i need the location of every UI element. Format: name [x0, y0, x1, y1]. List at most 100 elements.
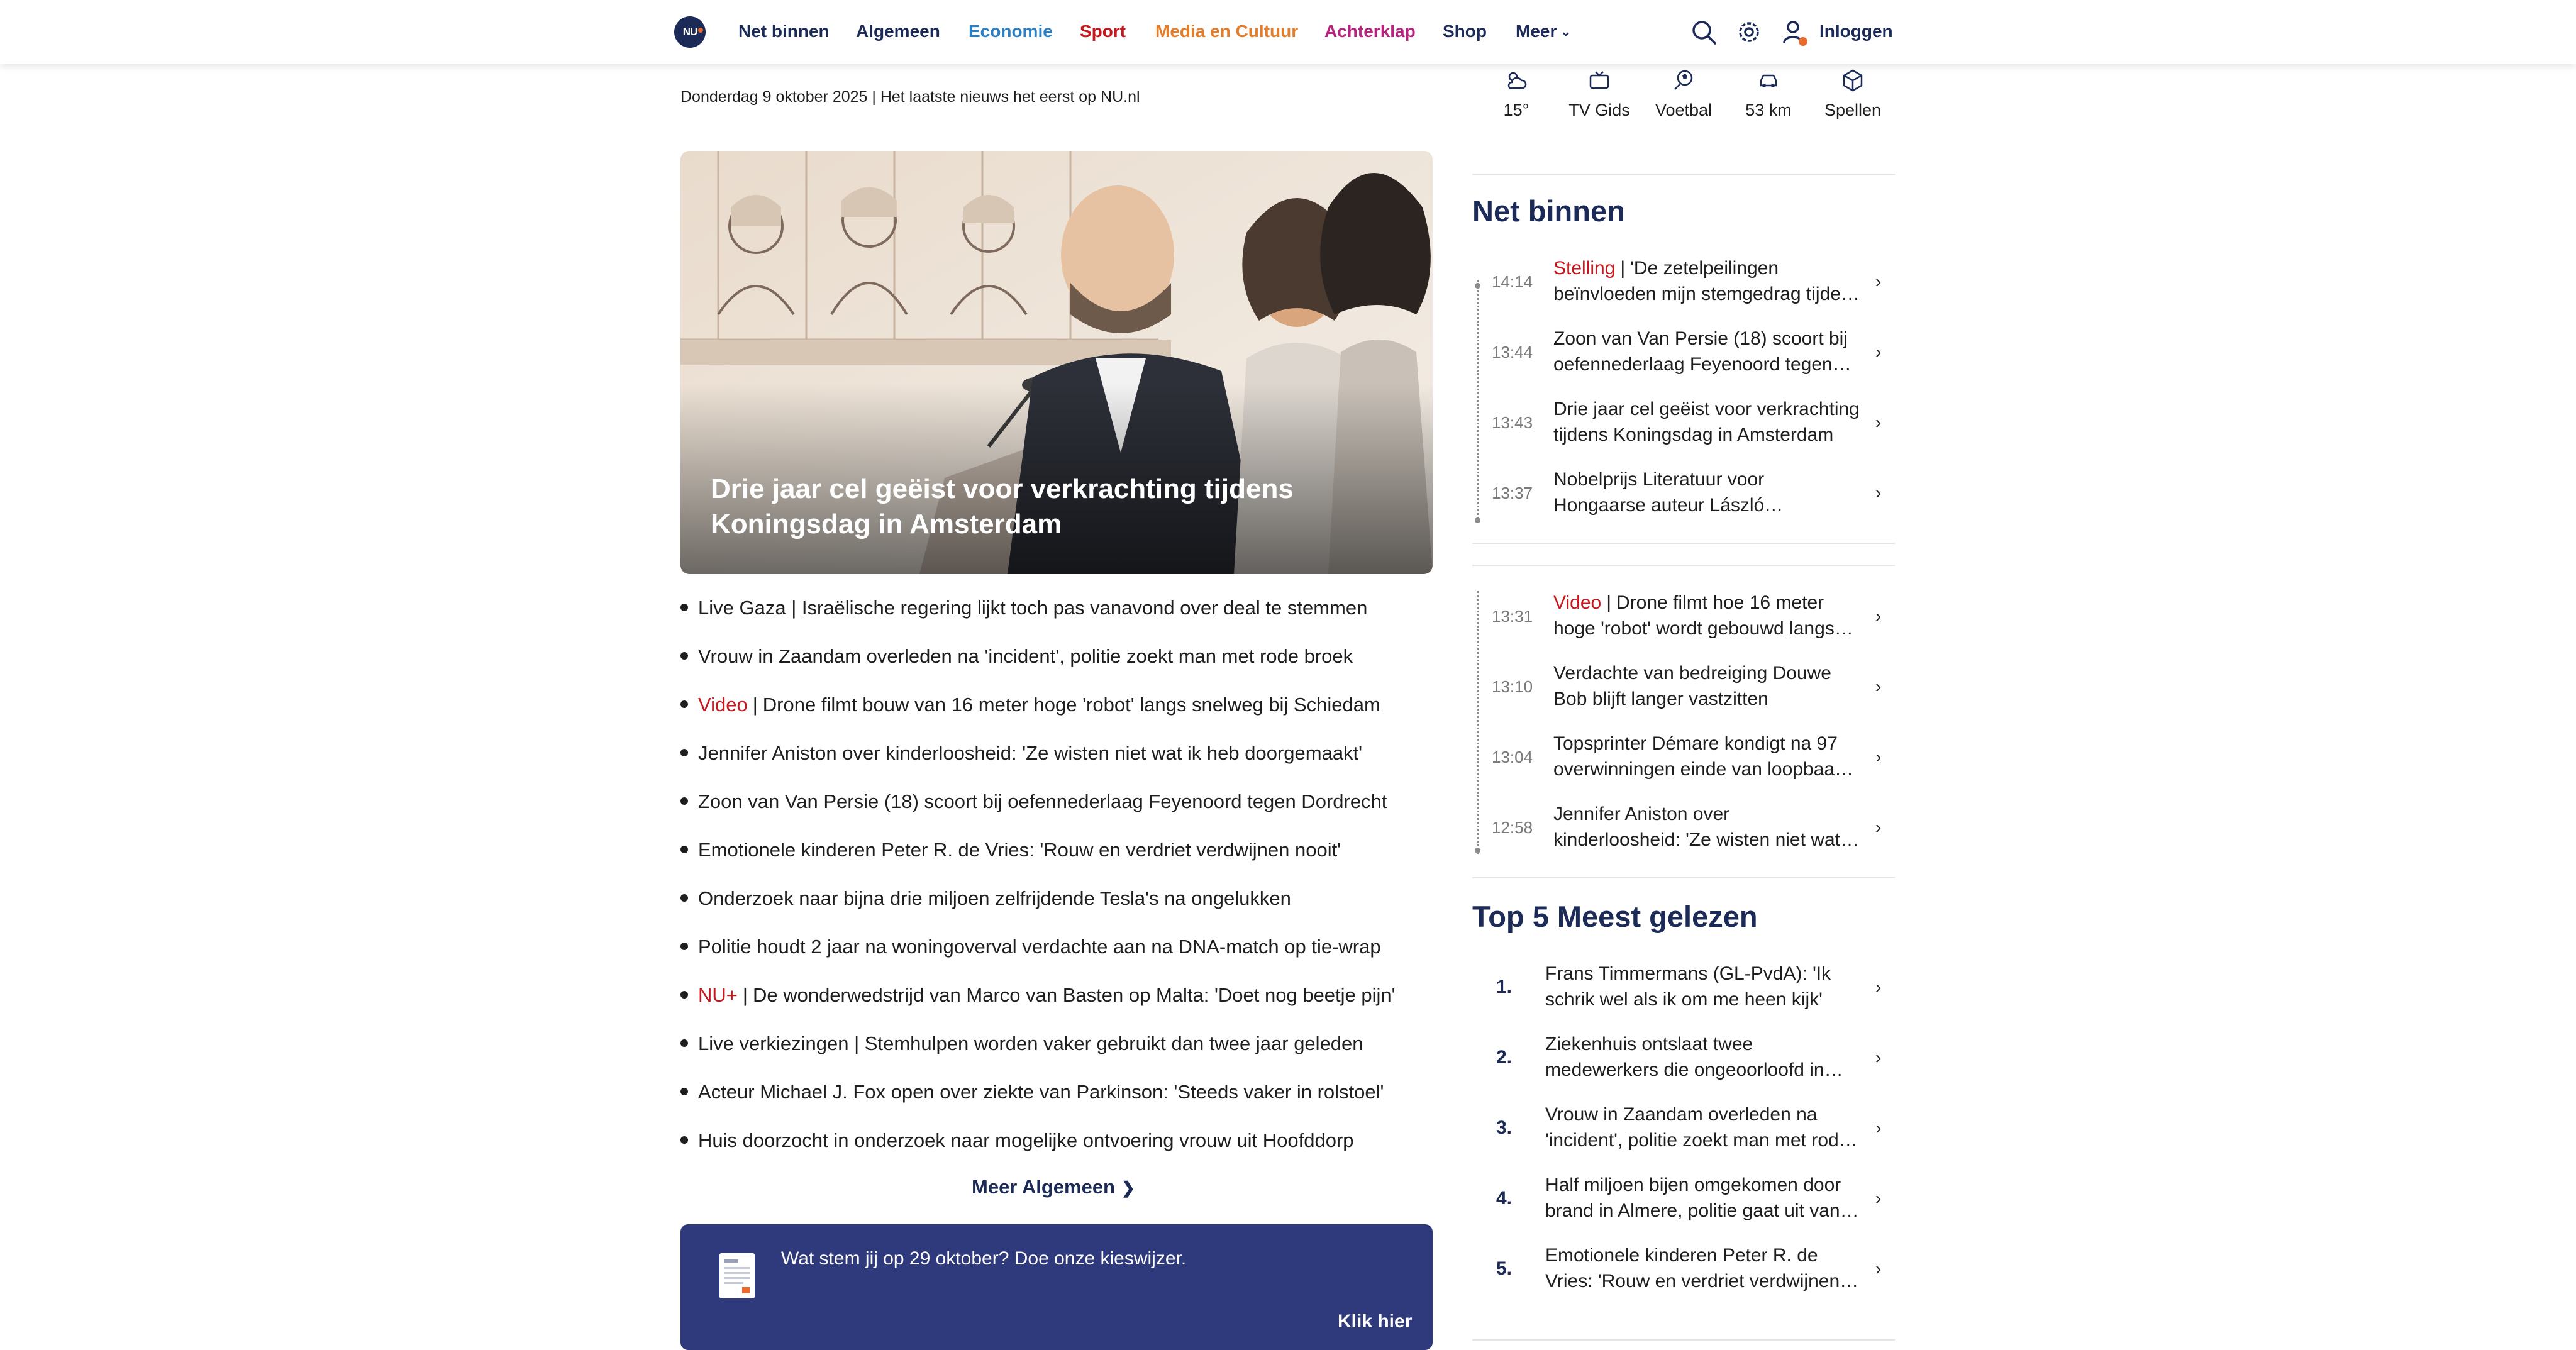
- net-binnen-item[interactable]: 13:44 Zoon van Van Persie (18) scoort bi…: [1492, 317, 1894, 387]
- chevron-right-icon: ›: [1875, 817, 1882, 837]
- headline-text[interactable]: Live verkiezingen | Stemhulpen worden va…: [698, 1032, 1363, 1054]
- service-spellen[interactable]: Spellen: [1818, 68, 1887, 120]
- meer-algemeen-link[interactable]: Meer Algemeen ❯: [972, 1176, 1135, 1198]
- list-item[interactable]: NU+ | De wonderwedstrijd van Marco van Bas…: [680, 980, 1396, 1028]
- top5-item[interactable]: 1. Frans Timmermans (GL-PvdA): 'Ik schri…: [1472, 952, 1895, 1022]
- headline-text[interactable]: Drone filmt bouw van 16 meter hoge 'robo…: [763, 694, 1380, 716]
- headline-label: NU+: [698, 984, 738, 1006]
- item-title: Drie jaar cel geëist voor verkrachting t…: [1553, 399, 1860, 445]
- chevron-right-icon: ›: [1875, 272, 1882, 291]
- nav-achterklap[interactable]: Achterklap: [1324, 21, 1416, 41]
- top5-item[interactable]: 3. Vrouw in Zaandam overleden na 'incide…: [1472, 1093, 1895, 1163]
- list-item[interactable]: Politie houdt 2 jaar na woningoverval ve…: [680, 931, 1396, 980]
- chevron-right-icon: ›: [1875, 412, 1882, 432]
- item-title: Zoon van Van Persie (18) scoort bij oefe…: [1553, 328, 1848, 375]
- net-binnen-item[interactable]: 13:43 Drie jaar cel geëist voor verkrach…: [1492, 387, 1894, 458]
- nav-net-binnen[interactable]: Net binnen: [738, 21, 830, 41]
- item-title: Topsprinter Démare kondigt na 97 overwin…: [1553, 733, 1845, 780]
- item-time: 14:14: [1492, 272, 1533, 291]
- traffic-icon: [1760, 74, 1777, 87]
- weather-label: 15°: [1503, 101, 1530, 119]
- list-item[interactable]: Jennifer Aniston over kinderloosheid: 'Z…: [680, 738, 1396, 786]
- headline-text[interactable]: Huis doorzocht in onderzoek naar mogelij…: [698, 1129, 1354, 1151]
- net-binnen-item[interactable]: 13:10 Verdachte van bedreiging Douwe Bob…: [1492, 651, 1894, 722]
- chevron-right-icon: ›: [1875, 1259, 1882, 1278]
- top5-item[interactable]: 4. Half miljoen bijen omgekomen door bra…: [1472, 1163, 1895, 1234]
- net-binnen-item[interactable]: 13:31 Video | Drone filmt hoe 16 meter hog…: [1492, 581, 1894, 651]
- nu-logo[interactable]: NU: [674, 16, 706, 48]
- item-time: 13:43: [1492, 413, 1533, 432]
- divider: [1472, 543, 1895, 544]
- top5-item[interactable]: 5. Emotionele kinderen Peter R. de Vries…: [1472, 1234, 1895, 1304]
- headline-text[interactable]: Onderzoek naar bijna drie miljoen zelfri…: [698, 887, 1291, 909]
- login-link[interactable]: Inloggen: [1819, 21, 1893, 41]
- kieswijzer-button[interactable]: Klik hier: [1338, 1311, 1412, 1332]
- label-separator: |: [752, 694, 758, 716]
- net-binnen-item[interactable]: 12:58 Jennifer Aniston over kinderlooshe…: [1492, 792, 1894, 863]
- service-voetbal[interactable]: Voetbal: [1649, 68, 1718, 120]
- list-item[interactable]: Live Gaza | Israëlische regering lijkt t…: [680, 592, 1396, 641]
- tv-gids-label: TV Gids: [1568, 101, 1630, 119]
- service-traffic[interactable]: 53 km: [1734, 68, 1803, 120]
- settings-icon[interactable]: [1735, 18, 1763, 47]
- chevron-down-icon: ⌄: [1560, 25, 1572, 39]
- bullet: [680, 894, 688, 902]
- headline-text[interactable]: Emotionele kinderen Peter R. de Vries: '…: [698, 839, 1341, 861]
- list-item[interactable]: Live verkiezingen | Stemhulpen worden va…: [680, 1028, 1396, 1076]
- chevron-right-icon: ›: [1875, 342, 1882, 362]
- headline-text[interactable]: Jennifer Aniston over kinderloosheid: 'Z…: [698, 742, 1362, 764]
- net-binnen-item[interactable]: 13:04 Topsprinter Démare kondigt na 97 o…: [1492, 722, 1894, 792]
- top5-title: Top 5 Meest gelezen: [1472, 900, 1758, 933]
- list-item[interactable]: Huis doorzocht in onderzoek naar mogelij…: [680, 1125, 1396, 1173]
- chevron-right-icon: ›: [1875, 747, 1882, 766]
- nav-algemeen[interactable]: Algemeen: [856, 21, 940, 41]
- item-time: 13:04: [1492, 748, 1533, 766]
- voetbal-label: Voetbal: [1655, 101, 1713, 119]
- kieswijzer-banner[interactable]: Wat stem jij op 29 oktober? Doe onze kie…: [680, 1224, 1433, 1350]
- item-title: Ziekenhuis ontslaat twee medewerkers die…: [1545, 1034, 1824, 1080]
- user-icon[interactable]: [1780, 18, 1809, 47]
- nav-meer[interactable]: Meer ⌄: [1516, 21, 1571, 41]
- rank: 4.: [1496, 1188, 1513, 1209]
- bullet: [680, 700, 688, 708]
- headline-text[interactable]: Zoon van Van Persie (18) scoort bij oefe…: [698, 790, 1387, 812]
- chevron-right-icon: ›: [1875, 606, 1882, 626]
- headline-text[interactable]: Acteur Michael J. Fox open over ziekte v…: [698, 1081, 1384, 1103]
- hero-title[interactable]: Drie jaar cel geëist voor verkrachting t…: [711, 472, 1340, 542]
- service-tv-gids[interactable]: TV Gids: [1565, 68, 1634, 120]
- headline-text[interactable]: Vrouw in Zaandam overleden na 'incident'…: [698, 645, 1353, 667]
- nav-economie[interactable]: Economie: [969, 21, 1053, 41]
- hero-article[interactable]: Drie jaar cel geëist voor verkrachting t…: [680, 151, 1433, 574]
- nav-media-en-cultuur[interactable]: Media en Cultuur: [1155, 21, 1298, 41]
- headline-text[interactable]: Live Gaza | Israëlische regering lijkt t…: [698, 597, 1367, 619]
- list-item[interactable]: Emotionele kinderen Peter R. de Vries: '…: [680, 834, 1396, 883]
- spellen-label: Spellen: [1824, 101, 1882, 119]
- timeline-dot: [1475, 517, 1480, 523]
- net-binnen-item[interactable]: 13:37 Nobelprijs Literatuur voor Hongaar…: [1492, 458, 1894, 528]
- list-item[interactable]: Vrouw in Zaandam overleden na 'incident'…: [680, 641, 1396, 689]
- list-item[interactable]: Acteur Michael J. Fox open over ziekte v…: [680, 1076, 1396, 1125]
- bullet: [680, 797, 688, 805]
- list-item[interactable]: Onderzoek naar bijna drie miljoen zelfri…: [680, 883, 1396, 931]
- weather-icon: [1507, 72, 1527, 89]
- timeline: [1477, 591, 1480, 854]
- top-navigation: NU Net binnen Algemeen Economie Sport Me…: [0, 0, 2576, 64]
- nav-sport[interactable]: Sport: [1080, 21, 1126, 41]
- headline-text[interactable]: Politie houdt 2 jaar na woningoverval ve…: [698, 936, 1381, 958]
- item-text: Video | Drone filmt hoe 16 meter hoge 'rob…: [1553, 590, 1862, 641]
- headline-text[interactable]: De wonderwedstrijd van Marco van Basten …: [753, 984, 1396, 1006]
- nav-shop[interactable]: Shop: [1443, 21, 1487, 41]
- net-binnen-item[interactable]: 14:14 Stelling | 'De zetelpeilingen beïnvl…: [1492, 246, 1894, 317]
- logo-text: NU: [682, 26, 698, 38]
- list-item[interactable]: Zoon van Van Persie (18) scoort bij oefe…: [680, 786, 1396, 834]
- chevron-right-icon: ❯: [1121, 1178, 1135, 1197]
- item-title: Vrouw in Zaandam overleden na 'incident'…: [1545, 1104, 1850, 1151]
- bullet: [680, 1136, 688, 1144]
- top5-item[interactable]: 2. Ziekenhuis ontslaat twee medewerkers …: [1472, 1022, 1895, 1093]
- search-icon[interactable]: [1689, 18, 1718, 47]
- item-label: Video: [1553, 592, 1602, 613]
- divider: [1472, 565, 1895, 566]
- list-item[interactable]: Video | Drone filmt bouw van 16 meter hoge…: [680, 689, 1396, 738]
- service-weather[interactable]: 15°: [1482, 68, 1551, 120]
- item-time: 13:37: [1492, 484, 1533, 502]
